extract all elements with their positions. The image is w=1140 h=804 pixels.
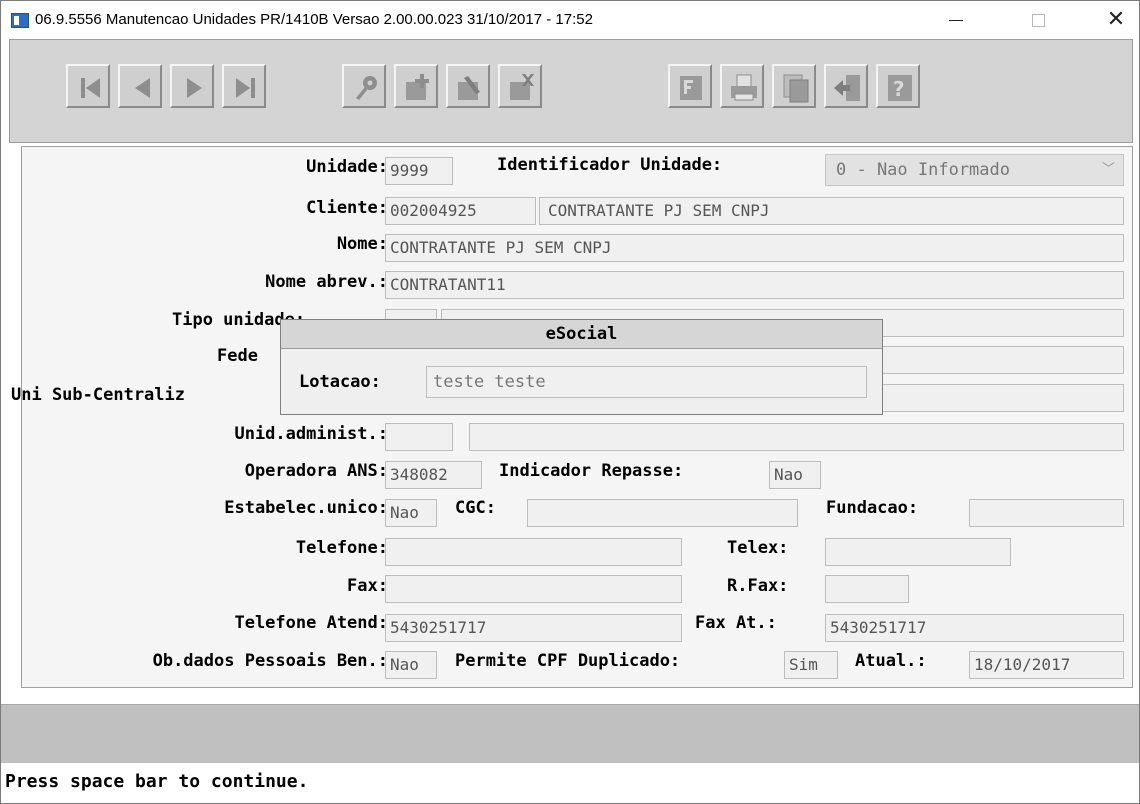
exit-icon [834, 75, 860, 101]
print-button[interactable] [720, 64, 764, 108]
nome-abrev-label: Nome abrev.: [265, 272, 388, 292]
cliente-label: Cliente: [306, 198, 388, 218]
unid-administ-code-field[interactable] [385, 423, 453, 451]
delete-icon [510, 74, 534, 100]
help-icon: ? [888, 75, 912, 101]
fundacao-label: Fundacao: [826, 498, 919, 518]
cliente-code-field[interactable]: 002004925 [385, 197, 536, 225]
estabelec-unico-field[interactable]: Nao [385, 499, 437, 527]
minimize-button[interactable] [933, 1, 979, 39]
atual-label: Atual.: [855, 651, 927, 671]
modify-button[interactable] [446, 64, 490, 108]
telefone-field[interactable] [385, 538, 682, 566]
filter-button[interactable] [668, 64, 712, 108]
unidade-label: Unidade: [306, 157, 388, 177]
tipo-unidade-label-text: Tipo un [172, 310, 244, 330]
telefone-atend-field[interactable]: 5430251717 [385, 614, 682, 642]
prev-icon [135, 78, 150, 98]
fundacao-field[interactable] [969, 499, 1124, 527]
nome-label: Nome: [336, 234, 388, 254]
lotacao-field[interactable]: teste teste [426, 366, 867, 398]
app-icon [11, 13, 29, 28]
telefone-label: Telefone: [295, 538, 388, 558]
cliente-name-field[interactable]: CONTRATANTE PJ SEM CNPJ [539, 197, 1124, 225]
print-icon [731, 74, 757, 101]
svg-text:?: ? [893, 77, 905, 101]
fax-label: Fax: [347, 576, 388, 596]
uni-sub-centralizadora-label: Uni Sub-Centraliz [11, 385, 185, 405]
copy-button[interactable] [772, 64, 816, 108]
key-icon [356, 76, 377, 100]
previous-record-button[interactable] [118, 64, 162, 108]
toolbar: ? [9, 39, 1133, 143]
atual-field[interactable]: 18/10/2017 [969, 651, 1124, 679]
nome-abrev-field[interactable]: CONTRATANT11 [385, 271, 1124, 299]
last-icon [236, 78, 255, 98]
dialog-title: eSocial [281, 320, 882, 349]
identificador-unidade-select[interactable]: 0 - Nao Informado ﹀ [825, 154, 1124, 186]
window-title: 06.9.5556 Manutencao Unidades PR/1410B V… [35, 11, 593, 28]
telefone-atend-label: Telefone Atend: [234, 613, 388, 633]
fax-at-label: Fax At.: [695, 613, 777, 633]
status-bar [1, 704, 1139, 763]
message-line: Press space bar to continue. [1, 763, 1139, 803]
permite-cpf-duplicado-label: Permite CPF Duplicado: [455, 651, 681, 671]
minimize-icon [949, 20, 963, 21]
telex-label: Telex: [727, 538, 789, 558]
nome-field[interactable]: CONTRATANTE PJ SEM CNPJ [385, 234, 1124, 262]
telex-field[interactable] [825, 538, 1011, 566]
add-icon [406, 74, 429, 100]
lotacao-label: Lotacao: [299, 372, 381, 392]
estabelec-unico-label: Estabelec.unico: [224, 498, 388, 518]
next-icon [187, 78, 202, 98]
r-fax-label: R.Fax: [727, 576, 789, 596]
unid-administ-label: Unid.administ.: [234, 424, 388, 444]
close-button[interactable]: ✕ [1093, 1, 1139, 39]
title-bar: 06.9.5556 Manutencao Unidades PR/1410B V… [1, 1, 1139, 39]
last-record-button[interactable] [222, 64, 266, 108]
permite-cpf-duplicado-field[interactable]: Sim [784, 651, 838, 679]
indicador-repasse-field[interactable]: Nao [769, 461, 821, 489]
exit-button[interactable] [824, 64, 868, 108]
delete-button[interactable] [498, 64, 542, 108]
cgc-label: CGC: [455, 498, 496, 518]
application-window: 06.9.5556 Manutencao Unidades PR/1410B V… [0, 0, 1140, 804]
filter-icon [680, 76, 702, 100]
maximize-icon [1032, 14, 1045, 27]
edit-icon [458, 76, 480, 100]
maximize-button[interactable] [1015, 1, 1061, 39]
federacao-label: Fede [217, 346, 258, 366]
goto-button[interactable] [342, 64, 386, 108]
first-record-button[interactable] [66, 64, 110, 108]
operadora-ans-field[interactable]: 348082 [385, 461, 482, 489]
cgc-field[interactable] [527, 499, 798, 527]
r-fax-field[interactable] [825, 575, 909, 603]
identificador-unidade-label: Identificador Unidade: [497, 155, 723, 175]
fax-field[interactable] [385, 575, 682, 603]
status-message: Press space bar to continue. [5, 771, 309, 792]
ob-dados-pessoais-label: Ob.dados Pessoais Ben.: [152, 651, 388, 671]
chevron-down-icon: ﹀ [1101, 162, 1115, 177]
help-button[interactable]: ? [876, 64, 920, 108]
unidade-field[interactable]: 9999 [385, 157, 453, 185]
next-record-button[interactable] [170, 64, 214, 108]
unidade-form: Unidade: 9999 Identificador Unidade: 0 -… [11, 146, 1133, 688]
operadora-ans-label: Operadora ANS: [244, 461, 388, 481]
add-button[interactable] [394, 64, 438, 108]
esocial-dialog: eSocial Lotacao: teste teste [280, 319, 883, 415]
unid-administ-desc-field[interactable] [469, 423, 1124, 451]
fax-at-field[interactable]: 5430251717 [825, 614, 1124, 642]
copy-icon [783, 74, 809, 103]
first-icon [81, 78, 100, 98]
indicador-repasse-label: Indicador Repasse: [499, 461, 684, 481]
identificador-unidade-value: 0 - Nao Informado [836, 160, 1010, 180]
ob-dados-pessoais-field[interactable]: Nao [385, 651, 437, 679]
close-icon: ✕ [1106, 7, 1126, 32]
